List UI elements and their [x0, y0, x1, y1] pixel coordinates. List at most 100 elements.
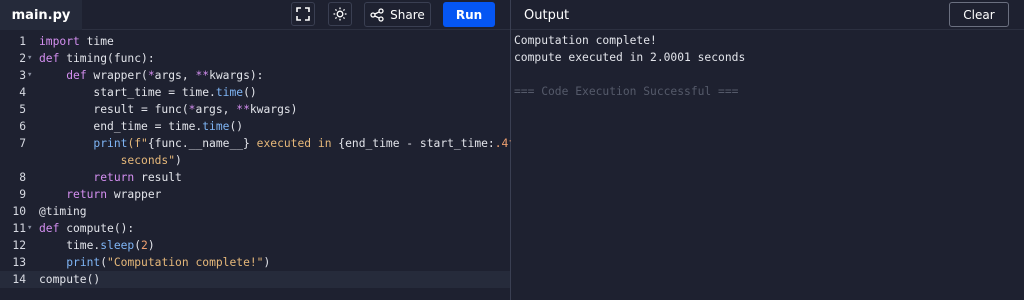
code-text: import time	[39, 33, 114, 50]
run-button[interactable]: Run	[443, 2, 495, 27]
code-token: wrapper(	[86, 69, 148, 82]
file-tab-label: main.py	[11, 7, 71, 23]
fullscreen-button[interactable]	[291, 2, 315, 26]
code-line[interactable]: 6 end_time = time.time()	[0, 118, 510, 135]
code-token: compute():	[59, 222, 135, 235]
code-token: *	[147, 69, 155, 82]
line-number: 9	[19, 188, 26, 201]
code-token: result	[134, 171, 182, 184]
line-number: 3	[19, 69, 26, 82]
code-line[interactable]: 4 start_time = time.time()	[0, 84, 510, 101]
code-token: start_time = time.	[39, 86, 216, 99]
code-token: 2	[141, 239, 148, 252]
code-text: print(f"{func.__name__} executed in {end…	[39, 135, 522, 152]
code-text: result = func(*args, **kwargs)	[39, 101, 297, 118]
code-token: **	[236, 103, 250, 116]
code-line[interactable]: 3 ▾ def wrapper(*args, **kwargs):	[0, 67, 510, 84]
code-token: "Computation complete!"	[107, 256, 264, 269]
code-text: @timing	[39, 203, 87, 220]
code-token: )	[175, 154, 182, 167]
code-text: compute()	[39, 271, 100, 288]
code-text: return wrapper	[39, 186, 161, 203]
line-number: 5	[19, 103, 26, 116]
line-number: 7	[19, 137, 26, 150]
code-line[interactable]: 5 result = func(*args, **kwargs)	[0, 101, 510, 118]
code-token: import	[39, 35, 80, 48]
code-text: return result	[39, 169, 182, 186]
clear-label: Clear	[963, 7, 995, 22]
file-tab-main-py[interactable]: main.py	[0, 0, 82, 30]
fold-chevron-icon[interactable]: ▾	[27, 50, 32, 67]
code-token: (f"	[127, 137, 148, 150]
clear-button[interactable]: Clear	[949, 2, 1009, 27]
code-line[interactable]: 10 @timing	[0, 203, 510, 220]
code-line[interactable]: 2 ▾ def timing(func):	[0, 50, 510, 67]
code-text: def compute():	[39, 220, 134, 237]
fold-chevron-icon[interactable]: ▾	[27, 220, 32, 237]
code-token: time	[215, 86, 244, 99]
code-token: def	[39, 52, 60, 65]
code-text: time.sleep(2)	[39, 237, 155, 254]
code-token: seconds"	[39, 154, 176, 167]
code-token: **	[195, 69, 210, 82]
output-panel: Computation complete! compute executed i…	[511, 31, 1024, 300]
code-line[interactable]: 14 compute()	[0, 271, 510, 288]
code-line[interactable]: 11 ▾ def compute():	[0, 220, 510, 237]
code-token: timing(func):	[59, 52, 155, 65]
code-text: def wrapper(*args, **kwargs):	[39, 67, 263, 84]
code-text: seconds")	[39, 152, 182, 169]
line-number: 12	[12, 239, 26, 252]
code-text: start_time = time.time()	[39, 84, 257, 101]
code-line[interactable]: 13 print("Computation complete!")	[0, 254, 510, 271]
code-token: time	[79, 35, 114, 48]
code-token: return	[93, 171, 135, 184]
theme-toggle-button[interactable]	[328, 2, 352, 26]
line-number: 10	[12, 205, 26, 218]
code-token: @timing	[39, 205, 87, 218]
code-line[interactable]: 12 time.sleep(2)	[0, 237, 510, 254]
code-token: sleep	[100, 239, 135, 252]
line-number: 1	[19, 35, 26, 48]
code-token: args,	[195, 103, 237, 116]
code-token: return	[66, 188, 108, 201]
code-line[interactable]: seconds")	[0, 152, 510, 169]
code-token: kwargs)	[249, 103, 298, 116]
code-token: result = func(	[39, 103, 189, 116]
fullscreen-icon	[296, 7, 310, 21]
code-line[interactable]: 8 return result	[0, 169, 510, 186]
line-number: 4	[19, 86, 26, 99]
code-token: wrapper	[107, 188, 162, 201]
code-token: executed in	[249, 137, 339, 150]
fold-chevron-icon[interactable]: ▾	[27, 67, 32, 84]
line-number: 6	[19, 120, 26, 133]
code-text: print("Computation complete!")	[39, 254, 270, 271]
code-token: ()	[229, 120, 244, 133]
execution-success-message: === Code Execution Successful ===	[514, 85, 739, 98]
code-token: {end_time - start_time:	[338, 137, 495, 150]
code-text: end_time = time.time()	[39, 118, 243, 135]
line-number: 11	[12, 222, 26, 235]
code-token: ()	[243, 86, 257, 99]
line-number: 2	[19, 52, 26, 65]
output-line: Computation complete!	[514, 34, 657, 47]
code-token: end_time = time.	[39, 120, 203, 133]
code-token: compute()	[39, 273, 101, 286]
share-button[interactable]: Share	[364, 2, 431, 27]
share-icon	[370, 7, 384, 22]
code-token: {func.__name__}	[147, 137, 250, 150]
code-token: time.	[39, 239, 101, 252]
top-bar: main.py Share Run Output Clear	[0, 0, 1024, 30]
line-number: 14	[12, 273, 26, 286]
code-editor[interactable]: 1 import time 2 ▾ def timing(func): 3 ▾ def wr…	[0, 31, 522, 300]
code-line[interactable]: 9 return wrapper	[0, 186, 510, 203]
code-token: def	[39, 222, 60, 235]
code-token: print	[93, 137, 128, 150]
line-number: 13	[12, 256, 26, 269]
code-line[interactable]: 1 import time	[0, 33, 510, 50]
code-token: )	[147, 239, 155, 252]
code-token: time	[202, 120, 230, 133]
code-line[interactable]: 7 print(f"{func.__name__} executed in {e…	[0, 135, 522, 152]
code-token: args,	[154, 69, 196, 82]
